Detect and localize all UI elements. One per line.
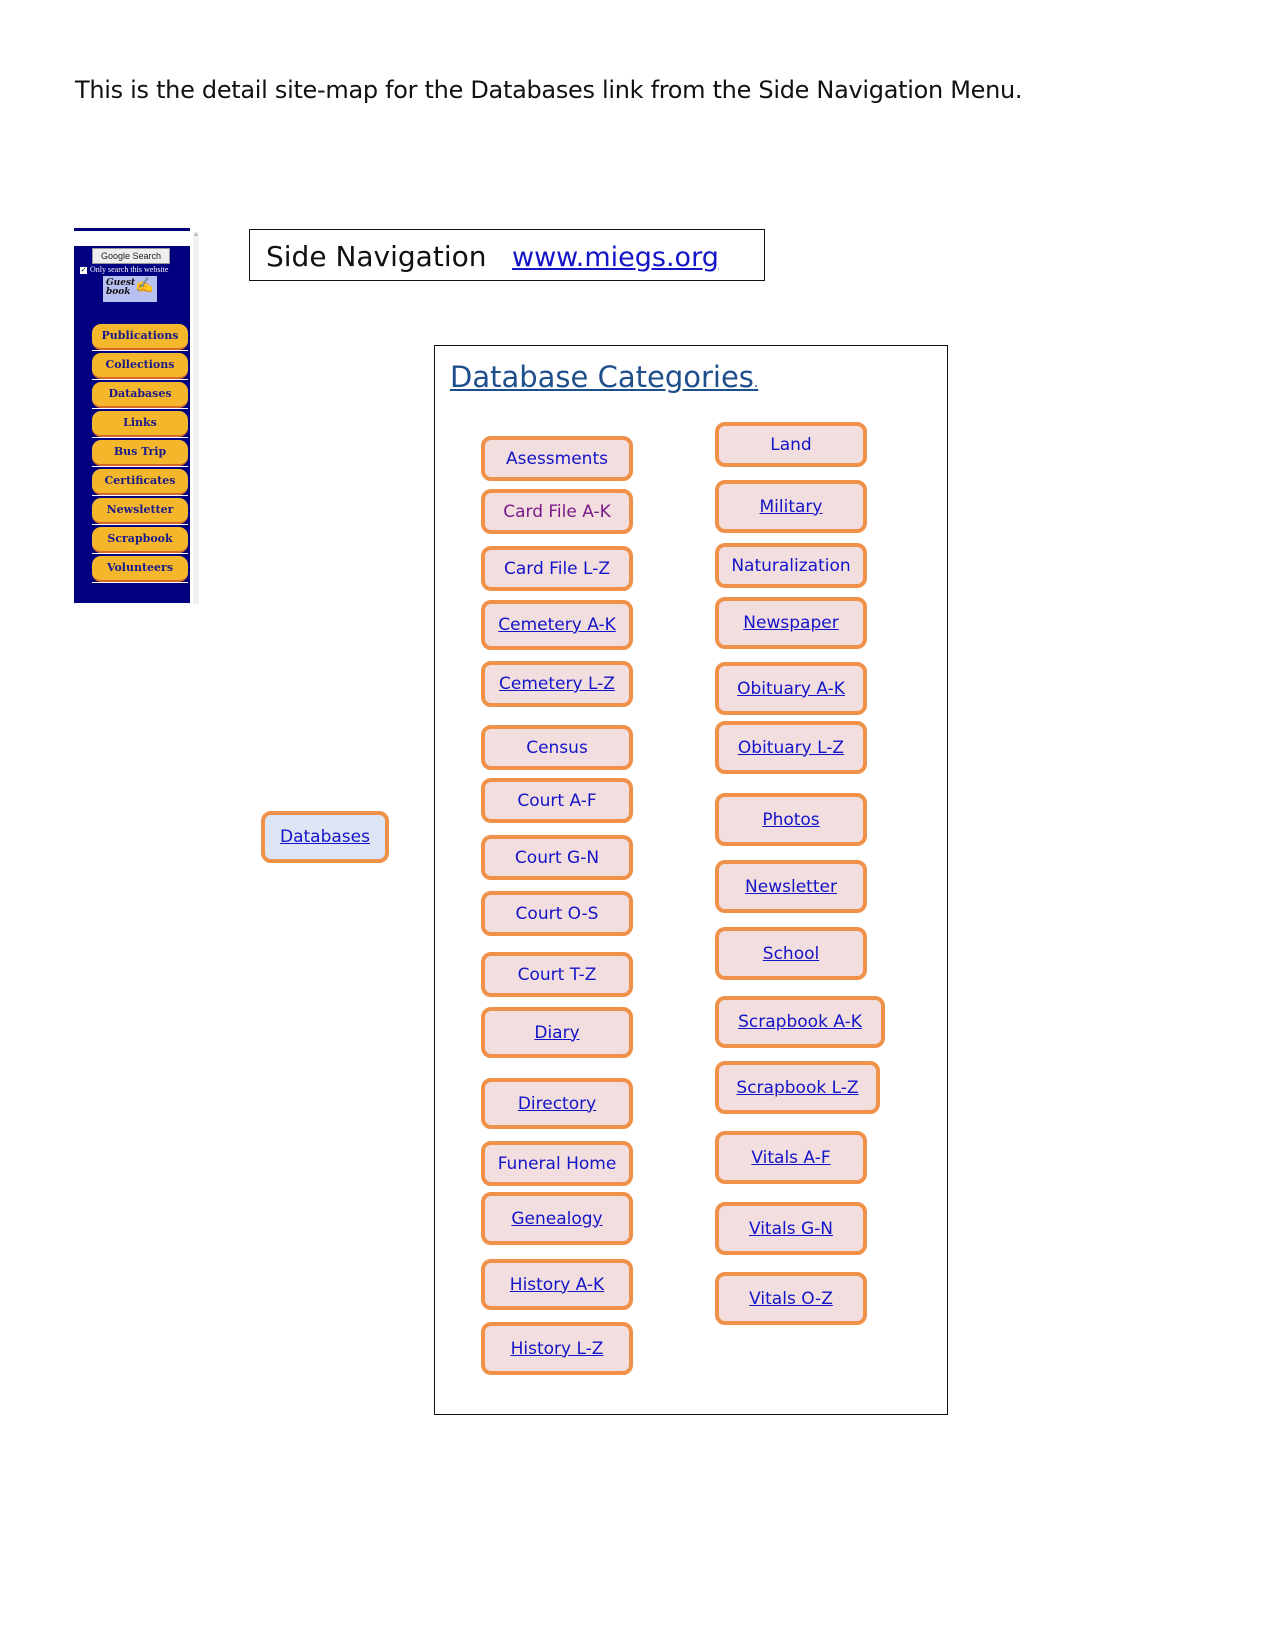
nav-panel: Google Search ✓ Only search this website …	[74, 246, 190, 603]
nav-item-volunteers[interactable]: Volunteers	[92, 556, 188, 583]
category-button-newsletter[interactable]: Newsletter	[715, 860, 867, 913]
category-label: Genealogy	[511, 1208, 603, 1229]
category-label: Diary	[534, 1022, 580, 1043]
category-button-vitals-g-n[interactable]: Vitals G-N	[715, 1202, 867, 1255]
category-label: Military	[759, 496, 823, 517]
intro-text: This is the detail site-map for the Data…	[75, 76, 1023, 104]
nav-item-scrapbook[interactable]: Scrapbook	[92, 527, 188, 554]
category-label: Court T-Z	[517, 964, 597, 985]
side-navigation-label: Side Navigation	[266, 240, 487, 273]
category-button-card-file-a-k[interactable]: Card File A-K	[481, 489, 633, 534]
category-label: History A-K	[509, 1274, 605, 1295]
category-label: Naturalization	[731, 555, 851, 576]
category-label: Newspaper	[743, 613, 839, 633]
category-label: Court G-N	[514, 847, 600, 868]
category-button-newspaper[interactable]: Newspaper	[715, 597, 867, 649]
category-button-photos[interactable]: Photos	[715, 793, 867, 846]
nav-item-collections[interactable]: Collections	[92, 353, 188, 380]
side-navigation-header: Side Navigation www.miegs.org	[249, 229, 765, 281]
category-button-history-a-k[interactable]: History A-K	[481, 1259, 633, 1310]
title-text: Database Categories	[450, 360, 754, 394]
title-dot: .	[753, 375, 759, 391]
nav-item-publications[interactable]: Publications	[92, 324, 188, 351]
checkbox-checked-icon[interactable]: ✓	[80, 266, 87, 274]
nav-items: Publications Collections Databases Links Bus…	[92, 324, 188, 585]
category-button-directory[interactable]: Directory	[481, 1078, 633, 1129]
category-button-cemetery-l-z[interactable]: Cemetery L-Z	[481, 661, 633, 707]
category-label: School	[762, 943, 820, 964]
category-button-school[interactable]: School	[715, 927, 867, 980]
category-label: Card File A-K	[503, 501, 611, 522]
category-button-obituary-a-k[interactable]: Obituary A-K	[715, 662, 867, 715]
category-button-vitals-o-z[interactable]: Vitals O-Z	[715, 1272, 867, 1325]
nav-item-certificates[interactable]: Certificates	[92, 469, 188, 496]
category-button-diary[interactable]: Diary	[481, 1007, 633, 1058]
database-categories-panel: Database Categories. Asessments Card File…	[434, 345, 948, 1415]
category-button-genealogy[interactable]: Genealogy	[481, 1192, 633, 1245]
category-label: Vitals O-Z	[749, 1288, 833, 1309]
guestbook-button[interactable]: Guest book ✍	[103, 276, 157, 302]
category-button-scrapbook-l-z[interactable]: Scrapbook L-Z	[715, 1061, 880, 1114]
category-label: Land	[770, 434, 812, 455]
category-label: Census	[526, 737, 588, 758]
category-label: Obituary L-Z	[737, 737, 845, 758]
category-label: Scrapbook A-K	[738, 1012, 862, 1032]
category-label: Cemetery L-Z	[499, 674, 615, 694]
nav-item-databases[interactable]: Databases	[92, 382, 188, 409]
pen-icon: ✍	[135, 276, 154, 294]
category-button-history-l-z[interactable]: History L-Z	[481, 1322, 633, 1375]
side-nav-screenshot: Google Search ✓ Only search this website …	[74, 228, 199, 604]
only-search-option[interactable]: ✓ Only search this website	[80, 265, 168, 274]
category-button-asessments[interactable]: Asessments	[481, 436, 633, 481]
nav-item-links[interactable]: Links	[92, 411, 188, 438]
category-button-funeral-home[interactable]: Funeral Home	[481, 1141, 633, 1186]
category-button-card-file-l-z[interactable]: Card File L-Z	[481, 546, 633, 591]
category-button-court-g-n[interactable]: Court G-N	[481, 835, 633, 880]
category-button-obituary-l-z[interactable]: Obituary L-Z	[715, 721, 867, 774]
category-label: Court A-F	[517, 790, 597, 811]
category-label: Vitals G-N	[748, 1218, 834, 1239]
database-categories-title[interactable]: Database Categories.	[450, 360, 758, 394]
category-label: Card File L-Z	[504, 558, 610, 579]
google-search-button[interactable]: Google Search	[92, 248, 170, 264]
category-label: Photos	[762, 809, 820, 830]
category-label: History L-Z	[510, 1338, 604, 1359]
category-button-military[interactable]: Military	[715, 480, 867, 533]
category-button-census[interactable]: Census	[481, 725, 633, 770]
category-button-court-o-s[interactable]: Court O-S	[481, 891, 633, 936]
category-label: Obituary A-K	[737, 678, 845, 699]
category-button-land[interactable]: Land	[715, 422, 867, 467]
category-button-court-a-f[interactable]: Court A-F	[481, 778, 633, 823]
nav-scrollbar[interactable]	[193, 232, 199, 604]
only-search-label: Only search this website	[90, 265, 169, 274]
category-label: Scrapbook L-Z	[736, 1077, 859, 1098]
category-label: Asessments	[506, 448, 608, 469]
category-button-cemetery-a-k[interactable]: Cemetery A-K	[481, 600, 633, 650]
nav-item-newsletter[interactable]: Newsletter	[92, 498, 188, 525]
site-url-link[interactable]: www.miegs.org	[512, 242, 719, 273]
nav-top-bar	[74, 228, 190, 231]
category-button-scrapbook-a-k[interactable]: Scrapbook A-K	[715, 996, 885, 1048]
category-label: Funeral Home	[497, 1153, 617, 1174]
category-label: Vitals A-F	[751, 1147, 831, 1168]
category-label: Directory	[517, 1093, 597, 1114]
category-button-naturalization[interactable]: Naturalization	[715, 543, 867, 588]
category-button-vitals-a-f[interactable]: Vitals A-F	[715, 1131, 867, 1184]
databases-origin-button[interactable]: Databases	[261, 811, 389, 863]
category-label: Cemetery A-K	[498, 615, 616, 635]
category-button-court-t-z[interactable]: Court T-Z	[481, 952, 633, 997]
category-label: Newsletter	[745, 876, 837, 897]
category-label: Court O-S	[515, 903, 599, 924]
nav-item-bus-trip[interactable]: Bus Trip	[92, 440, 188, 467]
